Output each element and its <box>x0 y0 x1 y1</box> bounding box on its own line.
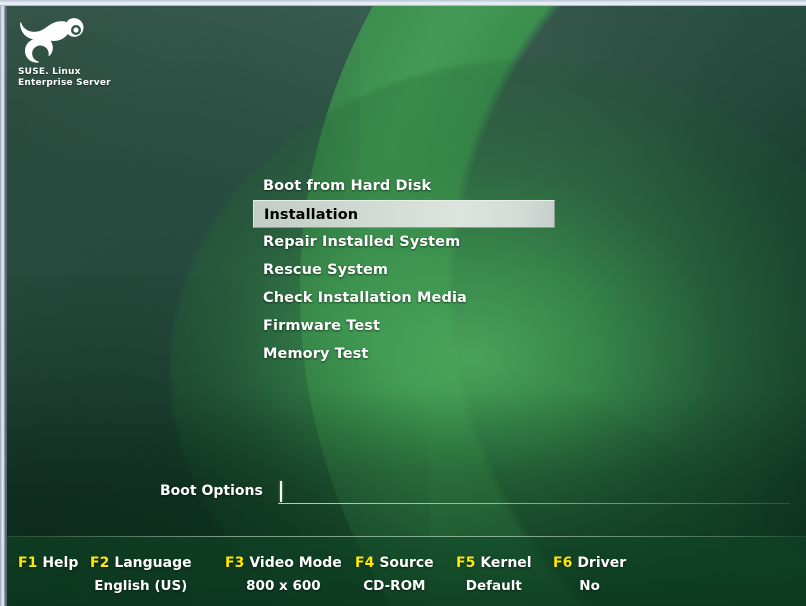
function-key-f4-head: F4 Source <box>355 552 434 574</box>
boot-options-underline <box>278 503 790 504</box>
menu-item-firmware-test[interactable]: Firmware Test <box>253 312 555 340</box>
function-key-f2-label: Language <box>114 555 192 571</box>
window-frame-left-inner <box>5 6 7 606</box>
menu-item-memory-test[interactable]: Memory Test <box>253 340 555 368</box>
function-key-f5-key: F5 <box>456 555 476 571</box>
boot-screen: SUSE. Linux Enterprise Server Boot from … <box>0 0 806 606</box>
function-key-f5-label: Kernel <box>480 555 532 571</box>
function-key-f6-driver[interactable]: F6 Driver No <box>553 552 626 598</box>
function-key-f2-key: F2 <box>90 555 110 571</box>
boot-options-row: Boot Options <box>160 480 800 508</box>
window-frame-top <box>0 0 806 6</box>
suse-chameleon-logo-icon <box>18 18 188 64</box>
function-key-f4-value: CD-ROM <box>363 578 426 594</box>
product-logo: SUSE. Linux Enterprise Server <box>18 18 188 89</box>
function-key-f5-kernel[interactable]: F5 Kernel Default <box>456 552 532 598</box>
boot-options-label: Boot Options <box>160 483 263 499</box>
menu-item-check-installation-media[interactable]: Check Installation Media <box>253 284 555 312</box>
function-key-bar: F1 Help F2 Language English (US) F3 Video M… <box>0 552 806 606</box>
window-frame-left <box>0 0 5 606</box>
function-key-f3-head: F3 Video Mode <box>225 552 342 574</box>
product-name: SUSE. Linux Enterprise Server <box>18 67 188 89</box>
function-key-f4-label: Source <box>379 555 434 571</box>
bottom-divider <box>0 536 806 537</box>
function-key-f6-label: Driver <box>577 555 627 571</box>
text-cursor <box>280 481 282 502</box>
function-key-f1-head: F1 Help <box>18 552 78 574</box>
function-key-f1-key: F1 <box>18 555 38 571</box>
menu-item-rescue-system[interactable]: Rescue System <box>253 256 555 284</box>
function-key-f6-value: No <box>579 578 600 594</box>
function-key-f1-help[interactable]: F1 Help <box>18 552 78 574</box>
boot-options-input[interactable] <box>278 480 790 504</box>
function-key-f2-value: English (US) <box>94 578 188 594</box>
menu-item-installation[interactable]: Installation <box>253 200 555 228</box>
function-key-f2-language[interactable]: F2 Language English (US) <box>90 552 192 598</box>
function-key-f5-head: F5 Kernel <box>456 552 532 574</box>
function-key-f5-value: Default <box>465 578 522 594</box>
menu-item-repair-installed-system[interactable]: Repair Installed System <box>253 228 555 256</box>
function-key-f2-head: F2 Language <box>90 552 192 574</box>
function-key-f3-key: F3 <box>225 555 245 571</box>
product-name-line-2: Enterprise Server <box>18 78 111 88</box>
function-key-f3-value: 800 x 600 <box>246 578 321 594</box>
menu-item-boot-from-hard-disk[interactable]: Boot from Hard Disk <box>253 172 555 200</box>
function-key-f4-key: F4 <box>355 555 375 571</box>
function-key-f3-video-mode[interactable]: F3 Video Mode 800 x 600 <box>225 552 342 598</box>
product-name-line-1: SUSE. Linux <box>18 67 81 77</box>
function-key-f4-source[interactable]: F4 Source CD-ROM <box>355 552 434 598</box>
boot-menu: Boot from Hard Disk Installation Repair … <box>253 172 555 368</box>
function-key-f6-key: F6 <box>553 555 573 571</box>
function-key-f1-label: Help <box>42 555 79 571</box>
function-key-f6-head: F6 Driver <box>553 552 626 574</box>
function-key-f3-label: Video Mode <box>249 555 342 571</box>
